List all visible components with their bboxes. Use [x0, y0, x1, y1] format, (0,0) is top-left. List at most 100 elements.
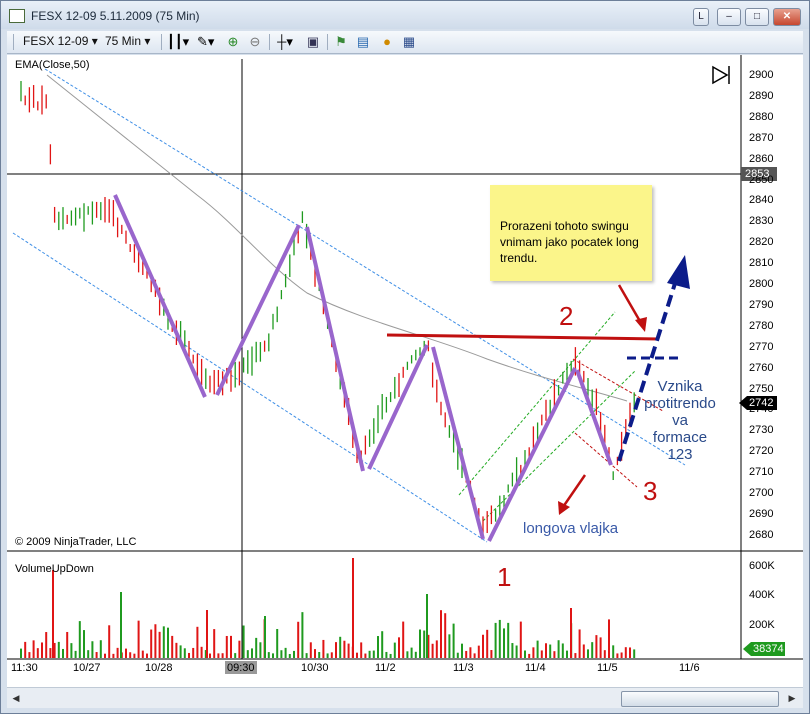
maximize-button[interactable]: □ — [745, 8, 769, 26]
volume-bar — [95, 652, 98, 658]
time-tick-label: 10/30 — [301, 662, 329, 674]
ema-indicator-label: EMA(Close,50) — [15, 59, 90, 71]
toolbar-separator — [327, 34, 328, 50]
volume-bar — [125, 648, 127, 658]
close-button[interactable]: ✕ — [773, 8, 801, 26]
pattern-label-line: protitrendo — [644, 395, 716, 412]
volume-bar — [591, 642, 594, 658]
price-tick-label: 2720 — [749, 445, 774, 458]
volume-bar — [561, 643, 564, 658]
bar-type-icon[interactable]: ┃┃▾ — [167, 34, 189, 50]
volume-bar — [32, 640, 35, 658]
pattern-label-line: va formace — [652, 412, 708, 446]
volume-bar — [519, 621, 522, 658]
volume-bar — [154, 624, 157, 658]
price-chart[interactable] — [7, 55, 803, 687]
data-box-icon[interactable]: ▣ — [305, 34, 321, 50]
draw-tool-icon[interactable]: ✎▾ — [197, 34, 214, 50]
volume-bar — [209, 653, 211, 658]
volume-bar — [578, 629, 581, 658]
volume-bar — [435, 640, 438, 658]
volume-bar — [511, 643, 514, 658]
volume-bar — [456, 652, 459, 658]
zoom-out-icon[interactable]: ⊖ — [247, 34, 263, 50]
indicators-icon[interactable]: ⚑ — [333, 34, 349, 50]
chart-window: FESX 12-09 5.11.2009 (75 Min) L – □ ✕ FE… — [0, 0, 810, 714]
time-tick-label: 11/5 — [597, 662, 618, 674]
volume-bar — [158, 631, 161, 658]
volume-bar — [557, 640, 560, 658]
volume-bar — [150, 629, 153, 658]
restore-small-button[interactable]: L — [693, 8, 709, 26]
volume-bar — [393, 642, 396, 658]
order-icon[interactable]: ● — [379, 34, 395, 50]
volume-bar — [372, 650, 375, 658]
volume-bar — [28, 652, 31, 658]
strategies-icon[interactable]: ▤ — [355, 34, 371, 50]
volume-bar — [465, 650, 468, 658]
volume-bar — [284, 647, 287, 658]
price-tick-label: 2830 — [749, 215, 774, 228]
volume-bar — [120, 592, 122, 658]
chart-app-icon — [9, 9, 25, 23]
volume-bar — [368, 650, 371, 658]
volume-bar — [272, 653, 274, 658]
volume-bar — [171, 635, 174, 658]
volume-bar — [507, 622, 510, 658]
volume-bar — [66, 631, 69, 658]
volume-bar — [24, 641, 27, 658]
time-tick-label: 10/27 — [73, 662, 101, 674]
price-tick-label: 2680 — [749, 528, 774, 541]
volume-bar — [179, 645, 182, 658]
toolbar-separator — [269, 34, 270, 50]
price-tick-label: 2710 — [749, 466, 774, 479]
pattern-label-line: Vznika — [657, 378, 703, 395]
volume-bar — [225, 635, 228, 658]
chart-area[interactable]: EMA(Close,50) © 2009 NinjaTrader, LLC Vo… — [7, 55, 803, 687]
instrument-selector[interactable]: FESX 12-09 ▾ — [23, 34, 98, 48]
volume-bar — [83, 630, 85, 658]
time-tick-label: 11:30 — [11, 662, 38, 674]
chevron-down-icon: ▾ — [91, 34, 98, 48]
horizontal-scrollbar[interactable]: ◀ ▶ — [7, 687, 803, 708]
volume-bar — [70, 643, 73, 658]
volume-bar — [410, 647, 413, 658]
scroll-thumb[interactable] — [621, 691, 779, 707]
scroll-right-icon[interactable]: ▶ — [785, 691, 799, 705]
volume-bar — [503, 628, 505, 658]
volume-bar — [431, 643, 434, 658]
annotation-number-1: 1 — [497, 562, 512, 592]
chart-toolbar: FESX 12-09 ▾ 75 Min ▾ ┃┃▾ ✎▾ ⊕ ⊖ ┼▾ ▣ ⚑ … — [7, 31, 803, 54]
price-tick-label: 2890 — [749, 89, 774, 102]
volume-bar — [78, 621, 81, 658]
volume-bar — [234, 653, 237, 658]
zoom-in-icon[interactable]: ⊕ — [225, 34, 241, 50]
minimize-button[interactable]: – — [717, 8, 741, 26]
volume-bar — [200, 646, 203, 658]
price-tick-label: 2760 — [749, 361, 774, 374]
crosshair-price-label: 2853 — [745, 168, 770, 180]
volume-bar — [309, 642, 312, 658]
volume-bar — [288, 653, 291, 658]
crosshair-icon[interactable]: ┼▾ — [277, 34, 293, 50]
price-tick-label: 2690 — [749, 507, 774, 520]
toolbar-separator — [161, 34, 162, 50]
volume-bar — [36, 648, 39, 658]
price-tick-label: 2820 — [749, 236, 774, 249]
volume-bar — [264, 616, 266, 658]
volume-bar — [545, 643, 547, 658]
volume-bar — [297, 621, 300, 658]
price-tick-label: 2860 — [749, 152, 774, 165]
volume-bar — [603, 650, 606, 658]
volume-bar — [242, 625, 245, 658]
period-selector[interactable]: 75 Min ▾ — [105, 34, 150, 48]
volume-bar — [188, 652, 190, 658]
volume-bar — [104, 653, 106, 658]
volume-bar — [335, 642, 337, 658]
volume-bar — [330, 652, 333, 658]
volume-bar — [267, 652, 270, 658]
properties-icon[interactable]: ▦ — [401, 34, 417, 50]
title-bar[interactable]: FESX 12-09 5.11.2009 (75 Min) L – □ ✕ — [1, 1, 809, 29]
volume-bar — [162, 626, 165, 658]
scroll-left-icon[interactable]: ◀ — [9, 691, 23, 705]
